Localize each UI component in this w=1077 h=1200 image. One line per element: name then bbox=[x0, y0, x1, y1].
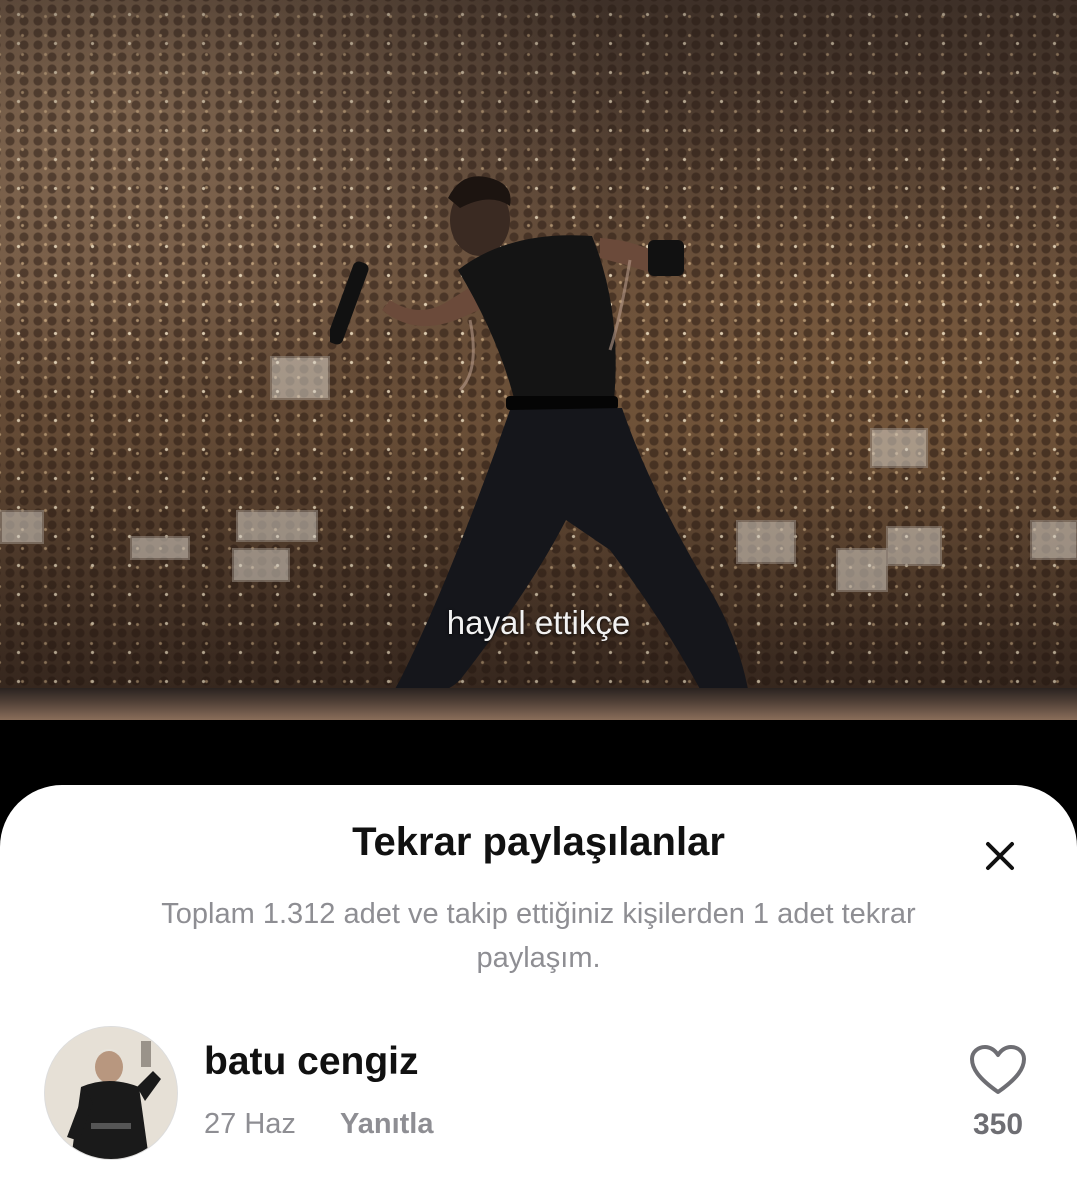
heart-outline-icon bbox=[970, 1045, 1026, 1094]
crowd-sign bbox=[236, 510, 318, 542]
repost-summary: Toplam 1.312 adet ve takip ettiğiniz kiş… bbox=[161, 898, 916, 974]
user-name[interactable]: batu cengiz bbox=[204, 1040, 419, 1084]
sheet-title: Tekrar paylaşılanlar bbox=[352, 820, 725, 864]
video-caption: hayal ettikçe bbox=[446, 604, 631, 641]
crowd-sign bbox=[270, 356, 330, 400]
crowd-sign bbox=[1030, 520, 1077, 560]
avatar[interactable] bbox=[44, 1026, 178, 1160]
like-count: 350 bbox=[972, 1108, 1024, 1141]
crowd-sign bbox=[0, 510, 44, 544]
like-button[interactable] bbox=[968, 1044, 1028, 1096]
repost-date: 27 Haz bbox=[204, 1108, 296, 1140]
crowd-sign bbox=[886, 526, 942, 566]
stage-edge bbox=[0, 688, 1077, 720]
video-player[interactable]: hayal ettikçe bbox=[0, 0, 1077, 720]
user-photo bbox=[45, 1027, 177, 1159]
crowd-sign bbox=[130, 536, 190, 560]
close-button[interactable] bbox=[978, 834, 1022, 878]
close-icon bbox=[986, 842, 1014, 870]
crowd-sign bbox=[836, 548, 888, 592]
reply-button[interactable]: Yanıtla bbox=[340, 1108, 434, 1141]
crowd-sign bbox=[232, 548, 290, 582]
crowd-sign bbox=[870, 428, 928, 468]
